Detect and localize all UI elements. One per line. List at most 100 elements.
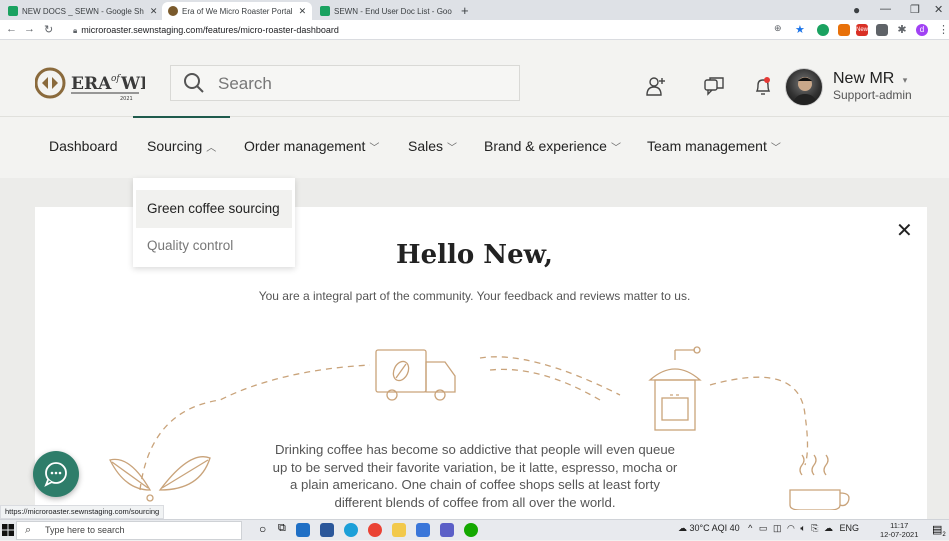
nav-item-order-management[interactable]: Order management ﹀ xyxy=(244,138,379,154)
nav-label: Dashboard xyxy=(49,138,118,154)
nav-label: Team management xyxy=(647,138,767,154)
clock-date: 12-07-2021 xyxy=(880,530,919,539)
new-tab-button[interactable]: + xyxy=(461,3,469,18)
puzzle-extensions-icon[interactable]: ✱ xyxy=(896,24,908,36)
menu-item-quality-control[interactable]: Quality control xyxy=(147,238,233,253)
clock-time: 11:17 xyxy=(890,521,909,530)
chevron-down-icon: ▾ xyxy=(902,75,908,85)
notification-count: 2 xyxy=(942,532,946,539)
add-user-icon[interactable] xyxy=(645,75,667,102)
browser-tab-1[interactable]: NEW DOCS _ SEWN - Google Sh ✕ xyxy=(2,2,160,20)
logo-year: 2021 xyxy=(120,96,133,101)
taskbar-search-field[interactable]: ⌕ Type here to search xyxy=(16,521,242,540)
clock[interactable]: 11:17 12-07-2021 xyxy=(880,521,918,539)
skype-icon[interactable] xyxy=(416,523,430,537)
upwork-icon[interactable] xyxy=(464,523,478,537)
notification-bell-icon[interactable] xyxy=(752,75,774,102)
wifi-icon[interactable]: ◠ xyxy=(787,523,795,533)
teams-icon[interactable] xyxy=(440,523,454,537)
menu-item-green-coffee-sourcing[interactable]: Green coffee sourcing xyxy=(136,190,292,228)
browser-tabstrip: NEW DOCS _ SEWN - Google Sh ✕ Era of We … xyxy=(0,0,949,20)
user-avatar[interactable] xyxy=(785,68,823,106)
extension-icon[interactable] xyxy=(876,24,888,36)
file-explorer-icon[interactable] xyxy=(392,523,406,537)
coffee-cup-icon xyxy=(789,454,850,510)
tab-close-icon[interactable]: ✕ xyxy=(299,6,307,17)
cortana-icon[interactable]: ○ xyxy=(259,522,266,536)
search-icon xyxy=(183,72,205,100)
google-sheets-icon xyxy=(8,6,18,16)
word-icon[interactable] xyxy=(320,523,334,537)
windows-start-icon[interactable] xyxy=(2,523,14,541)
zoom-icon[interactable]: ⊕ xyxy=(774,23,782,34)
truck-icon xyxy=(375,349,456,401)
welcome-subtitle: You are a integral part of the community… xyxy=(258,289,691,303)
chevron-down-icon: ﹀ xyxy=(610,143,621,154)
chevron-down-icon: ﹀ xyxy=(770,143,781,154)
tab-title: NEW DOCS _ SEWN - Google Sh xyxy=(22,6,144,16)
pen-icon[interactable]: ⎘ xyxy=(811,523,818,533)
tab-close-icon[interactable]: ✕ xyxy=(150,6,158,17)
battery-icon[interactable]: ▭ xyxy=(759,523,768,533)
more-menu-icon[interactable]: ⋮ xyxy=(938,23,949,36)
window-close-button[interactable]: ✕ xyxy=(934,3,943,16)
edge-icon[interactable] xyxy=(344,523,358,537)
extension-icon[interactable] xyxy=(838,24,850,36)
tray-chevron-icon[interactable]: ^ xyxy=(748,523,752,533)
nav-item-brand-experience[interactable]: Brand & experience ﹀ xyxy=(484,138,621,154)
nav-item-sales[interactable]: Sales ﹀ xyxy=(408,138,457,154)
svg-text:WE: WE xyxy=(120,74,145,94)
svg-text:ERA: ERA xyxy=(71,74,112,94)
sourcing-dropdown-menu: Green coffee sourcing Quality control xyxy=(133,178,295,267)
url-field[interactable]: 🔒︎ microroaster.sewnstaging.com/features/… xyxy=(73,23,813,37)
weather-icon[interactable]: ☁︎ xyxy=(678,523,687,533)
nav-label: Order management xyxy=(244,138,366,154)
taskbar-search-placeholder: Type here to search xyxy=(45,525,125,535)
nav-item-dashboard[interactable]: Dashboard xyxy=(49,138,118,154)
chat-bubbles-icon[interactable] xyxy=(703,75,725,102)
chevron-up-icon: ︿ xyxy=(206,143,217,154)
nav-item-sourcing[interactable]: Sourcing ︿ xyxy=(147,138,216,154)
minimize-button[interactable]: — xyxy=(880,3,891,15)
nav-label: Brand & experience xyxy=(484,138,607,154)
search-input[interactable] xyxy=(218,72,508,96)
tab-title: Era of We Micro Roaster Portal xyxy=(182,6,293,16)
search-icon: ⌕ xyxy=(25,524,32,536)
nav-active-indicator xyxy=(133,116,230,118)
language-indicator[interactable]: ENG xyxy=(840,523,860,533)
extension-icon[interactable] xyxy=(817,24,829,36)
coffee-plant-icon xyxy=(109,456,211,502)
era-of-we-logo[interactable]: ERA of WE 2021 xyxy=(34,67,153,102)
forward-arrow-icon[interactable]: → xyxy=(24,23,35,35)
chat-icon xyxy=(44,462,67,487)
chrome-icon[interactable] xyxy=(368,523,382,537)
url-text: microroaster.sewnstaging.com/features/mi… xyxy=(81,25,339,35)
site-header: ERA of WE 2021 New MR ▾ Support-admin xyxy=(0,40,949,116)
network-icon[interactable]: ◫ xyxy=(773,523,782,533)
chat-support-button[interactable] xyxy=(33,451,79,497)
browser-tab-2[interactable]: Era of We Micro Roaster Portal ✕ xyxy=(162,2,312,20)
user-menu[interactable]: New MR ▾ xyxy=(833,70,907,88)
weather-text[interactable]: 30°C AQI 40 xyxy=(690,523,740,533)
maximize-button[interactable]: ❐ xyxy=(910,3,920,16)
reload-icon[interactable]: ↻ xyxy=(44,23,53,36)
bookmark-star-icon[interactable]: ★ xyxy=(795,23,805,36)
browser-menu-icon[interactable]: ● xyxy=(853,3,860,17)
notification-center-icon[interactable]: ▤2 xyxy=(932,523,946,538)
new-badge-extension-icon[interactable]: New xyxy=(856,24,868,36)
browser-tab-3[interactable]: SEWN - End User Doc List - Goo ✕ xyxy=(314,2,457,20)
nav-item-team-management[interactable]: Team management ﹀ xyxy=(647,138,781,154)
chevron-down-icon: ﹀ xyxy=(447,143,458,154)
task-view-icon[interactable]: ⧉ xyxy=(278,522,286,535)
mail-icon[interactable] xyxy=(296,523,310,537)
nav-label: Sourcing xyxy=(147,138,203,154)
windows-taskbar: ⌕ Type here to search ○ ⧉ ☁︎ 30°C AQI 40… xyxy=(0,519,949,540)
volume-icon[interactable]: 🔈︎ xyxy=(800,523,805,533)
search-box[interactable] xyxy=(170,65,520,101)
onedrive-icon[interactable]: ☁︎ xyxy=(824,523,833,533)
era-of-we-favicon xyxy=(168,6,178,16)
back-arrow-icon[interactable]: ← xyxy=(6,23,17,35)
user-role: Support-admin xyxy=(833,88,912,102)
profile-avatar[interactable]: d xyxy=(916,24,928,36)
status-bar-link: https://microroaster.sewnstaging.com/sou… xyxy=(0,505,165,519)
